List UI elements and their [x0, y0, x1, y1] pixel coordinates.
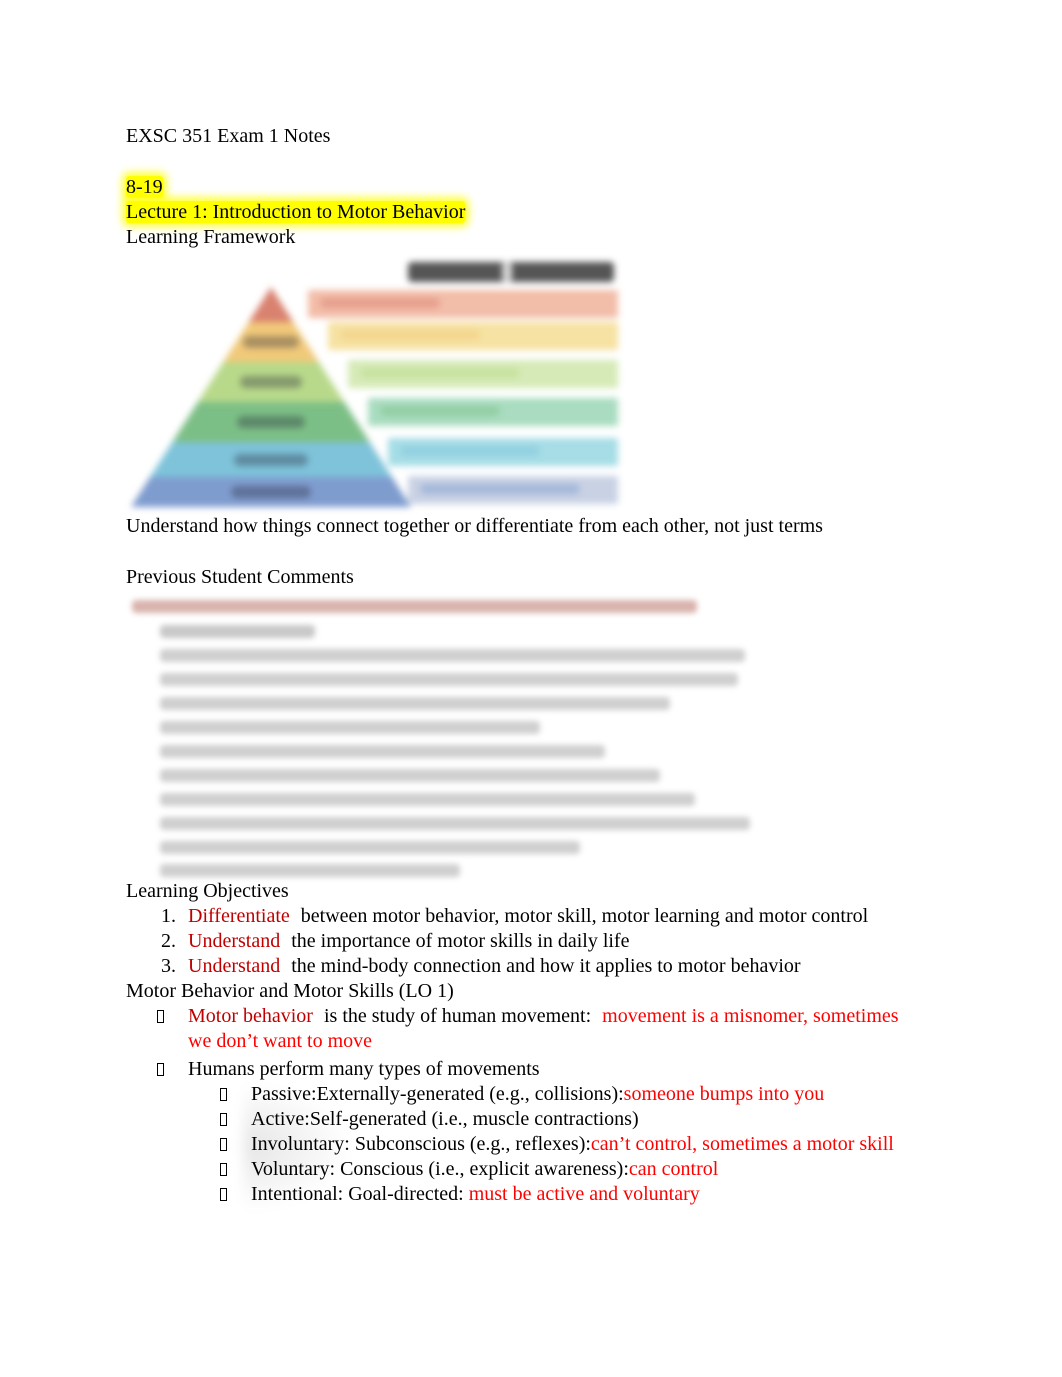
description-text-blur — [340, 330, 480, 340]
bullet-item: Humans perform many types of movements — [126, 1057, 946, 1082]
blurred-comment — [160, 841, 580, 854]
bullet-icon — [157, 1010, 164, 1023]
movement-type-item: Active:Self-generated (i.e., muscle cont… — [126, 1107, 946, 1132]
objective-number: 1. — [161, 905, 176, 927]
bullet-item: Motor behavior is the study of human mov… — [126, 1004, 946, 1029]
movement-type-note: must be active and voluntary — [468, 1183, 700, 1205]
pyramid-level-label — [234, 453, 308, 466]
bullet-icon — [220, 1113, 227, 1126]
movement-types-list: Passive:Externally-generated (e.g., coll… — [126, 1082, 946, 1212]
blurred-comment-question — [132, 600, 697, 613]
bullet-text: is the study of human movement: — [323, 1005, 592, 1027]
figure-title-gap — [502, 262, 512, 282]
objective-number: 2. — [161, 930, 176, 952]
bullet-annotation-continued: we don’t want to move — [188, 1030, 373, 1052]
movement-type-item: Passive:Externally-generated (e.g., coll… — [126, 1082, 946, 1107]
pyramid-level-description — [388, 438, 618, 466]
learning-framework-heading: Learning Framework — [126, 226, 296, 248]
movement-type-desc: Subconscious (e.g., reflexes): — [354, 1133, 591, 1155]
movement-type-desc: Self-generated (i.e., muscle contraction… — [309, 1108, 639, 1130]
blurred-comment — [160, 745, 605, 758]
movement-type-item: Intentional: Goal-directed: must be acti… — [126, 1182, 946, 1207]
bullet-icon — [220, 1138, 227, 1151]
objective-text: between motor behavior, motor skill, mot… — [300, 905, 869, 927]
blurred-comment — [160, 864, 460, 877]
movement-type-desc: Conscious (i.e., explicit awareness): — [340, 1158, 629, 1180]
blurred-comment — [160, 793, 695, 806]
movement-type-label: Voluntary: — [251, 1158, 336, 1180]
pyramid-level-description — [408, 476, 618, 504]
bullet-icon — [220, 1163, 227, 1176]
objective-verb: Understand — [188, 930, 281, 952]
movement-type-note: can control — [628, 1158, 719, 1180]
blurred-comment — [160, 721, 540, 734]
movement-type-label: Involuntary: — [251, 1133, 350, 1155]
movement-type-label: Intentional: — [251, 1183, 344, 1205]
bullet-term: Motor behavior — [188, 1005, 313, 1027]
movement-type-note: someone bumps into you — [623, 1083, 825, 1105]
description-text-blur — [320, 298, 440, 308]
previous-comments-heading: Previous Student Comments — [126, 566, 354, 588]
description-text-blur — [380, 406, 500, 416]
objective-verb: Understand — [188, 955, 281, 977]
objective-text: the mind-body connection and how it appl… — [291, 955, 801, 977]
document-title: EXSC 351 Exam 1 Notes — [126, 125, 331, 147]
section-heading: Motor Behavior and Motor Skills (LO 1) — [126, 980, 454, 1002]
objective-text: the importance of motor skills in daily … — [291, 930, 630, 952]
movement-type-label: Passive: — [251, 1083, 317, 1105]
bullet-annotation: movement is a misnomer, sometimes — [602, 1005, 899, 1027]
blurred-comment — [160, 649, 745, 662]
framework-note: Understand how things connect together o… — [126, 515, 823, 537]
movement-type-label: Active: — [251, 1108, 310, 1130]
blurred-comment — [160, 817, 750, 830]
description-text-blur — [360, 368, 520, 378]
pyramid-level-label — [240, 376, 302, 388]
pyramid-level-description — [348, 360, 618, 388]
objective-item: 2. Understand the importance of motor sk… — [126, 929, 946, 954]
blurred-comment — [160, 697, 670, 710]
bullet-text: Humans perform many types of movements — [188, 1058, 540, 1080]
movement-type-desc: Externally-generated (e.g., collisions): — [316, 1083, 624, 1105]
blurred-comment — [160, 769, 660, 782]
pyramid-level-description — [308, 290, 618, 318]
objective-item: 1. Differentiate between motor behavior,… — [126, 904, 946, 929]
previous-comments-blurred — [126, 594, 766, 879]
movement-type-item: Involuntary: Subconscious (e.g., reflexe… — [126, 1132, 946, 1157]
description-text-blur — [420, 484, 580, 494]
lecture-date: 8-19 — [126, 176, 163, 198]
blurred-comment — [160, 673, 738, 686]
pyramid-level-label — [237, 416, 305, 428]
pyramid-level-label — [243, 336, 299, 348]
document-page: EXSC 351 Exam 1 Notes 8-19 Lecture 1: In… — [126, 124, 946, 1212]
objective-number: 3. — [161, 955, 176, 977]
learning-objectives-list: 1. Differentiate between motor behavior,… — [126, 904, 946, 979]
taxonomy-pyramid-figure — [126, 252, 626, 514]
movement-type-note: can’t control, sometimes a motor skill — [590, 1133, 894, 1155]
bullet-icon — [220, 1088, 227, 1101]
pyramid-level-label — [231, 486, 311, 498]
learning-objectives-heading: Learning Objectives — [126, 880, 289, 902]
movement-type-desc: Goal-directed: — [348, 1183, 464, 1205]
description-text-blur — [400, 446, 540, 456]
bullet-icon — [157, 1063, 164, 1076]
blurred-comment — [160, 625, 315, 638]
movement-type-item: Voluntary: Conscious (i.e., explicit awa… — [126, 1157, 946, 1182]
lecture-title: Lecture 1: Introduction to Motor Behavio… — [126, 201, 466, 223]
objective-item: 3. Understand the mind-body connection a… — [126, 954, 946, 979]
pyramid-level-description — [328, 322, 618, 350]
objective-verb: Differentiate — [188, 905, 290, 927]
bullet-icon — [220, 1188, 227, 1201]
pyramid-level-description — [368, 398, 618, 426]
